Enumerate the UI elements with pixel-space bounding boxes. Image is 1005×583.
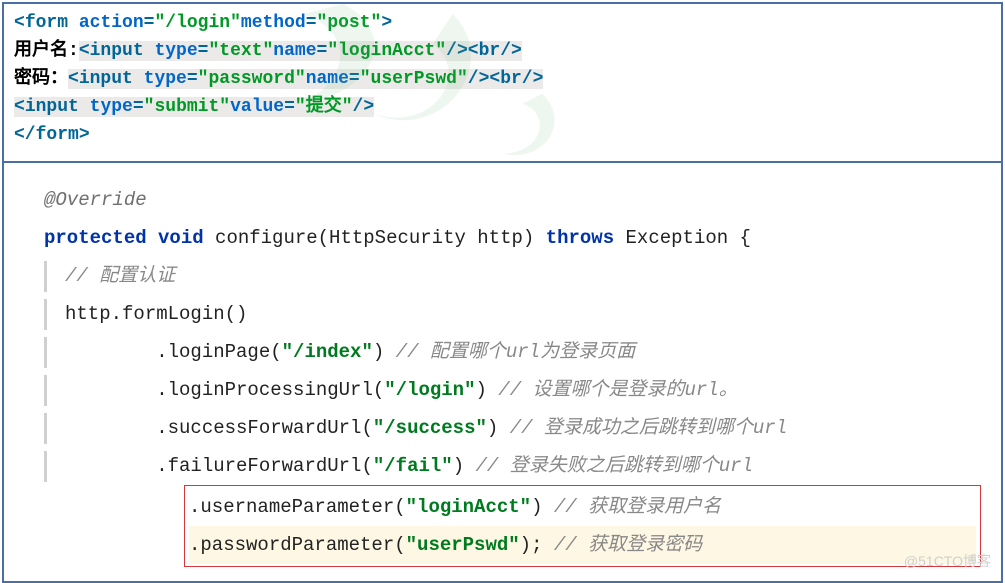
html-line-3: 密码：<input type="password"name="userPswd"… xyxy=(14,66,991,94)
java-annotation: @Override xyxy=(44,181,991,219)
html-line-2: 用户名:<input type="text"name="loginAcct"/>… xyxy=(14,38,991,66)
java-method-signature: protected void configure(HttpSecurity ht… xyxy=(44,219,991,257)
highlight-box: .usernameParameter("loginAcct") // 获取登录用… xyxy=(184,485,981,567)
html-form-snippet: <form action="/login"method="post"> 用户名:… xyxy=(4,4,1001,163)
java-comment-1: // 配置认证 xyxy=(44,257,991,295)
java-line-loginpage: .loginPage("/index") // 配置哪个url为登录页面 xyxy=(44,333,991,371)
java-line-success: .successForwardUrl("/success") // 登录成功之后… xyxy=(44,409,991,447)
java-line-password: .passwordParameter("userPswd"); // 获取登录密… xyxy=(189,526,976,564)
html-line-4: <input type="submit"value="提交"/> xyxy=(14,94,991,122)
java-line-failure: .failureForwardUrl("/fail") // 登录失败之后跳转到… xyxy=(44,447,991,485)
html-line-5: </form> xyxy=(14,122,991,150)
java-line-formlogin: http.formLogin() xyxy=(44,295,991,333)
java-config-snippet: @Override protected void configure(HttpS… xyxy=(4,163,1001,581)
java-line-username: .usernameParameter("loginAcct") // 获取登录用… xyxy=(189,488,976,526)
source-watermark: @51CTO博客 xyxy=(904,551,991,571)
code-comparison-table: <form action="/login"method="post"> 用户名:… xyxy=(2,2,1003,583)
html-line-1: <form action="/login"method="post"> xyxy=(14,10,991,38)
java-line-loginprocessing: .loginProcessingUrl("/login") // 设置哪个是登录… xyxy=(44,371,991,409)
